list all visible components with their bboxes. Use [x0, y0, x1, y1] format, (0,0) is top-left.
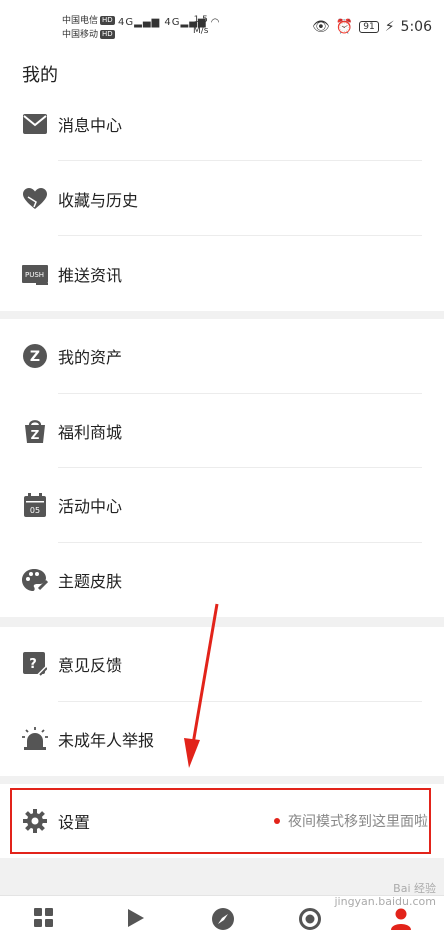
record-icon[interactable]: [299, 908, 321, 930]
play-icon[interactable]: [126, 908, 148, 930]
annotation-arrow: [184, 603, 219, 768]
grid-icon[interactable]: [34, 908, 56, 930]
watermark: Bai 经验 jingyan.baidu.com: [334, 882, 436, 908]
profile-icon[interactable]: [390, 908, 412, 930]
compass-icon[interactable]: [212, 908, 234, 930]
